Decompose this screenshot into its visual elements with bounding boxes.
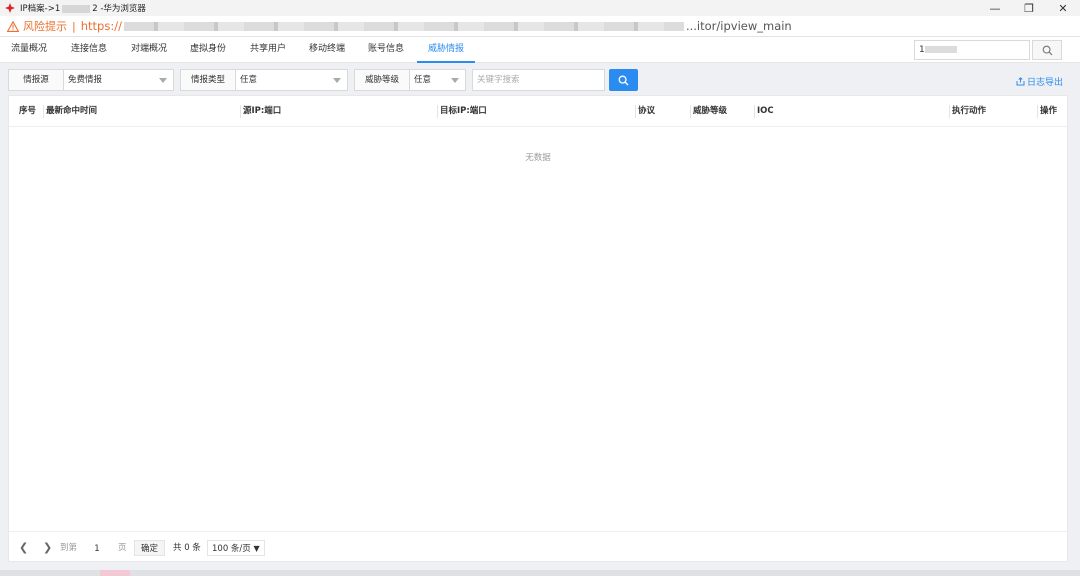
ip-search-button[interactable] (1032, 40, 1062, 60)
window-controls: — ❐ ✕ (978, 0, 1080, 16)
intel-type-value: 任意 (236, 70, 347, 90)
intel-type-select[interactable]: 情报类型 任意 (180, 69, 348, 91)
taskbar-edge (0, 570, 1080, 576)
column-header-protocol: 协议 (634, 96, 655, 127)
intel-source-value: 免费情报 (64, 70, 173, 90)
goto-page-label: 到第 (60, 543, 78, 553)
top-navigation: 流量概况 连接信息 对端概况 虚拟身份 共享用户 移动终端 账号信息 威胁情报 … (0, 37, 1080, 63)
threat-level-label: 威胁等级 (355, 70, 410, 90)
intel-source-selected: 免费情报 (68, 75, 103, 85)
threat-level-select[interactable]: 威胁等级 任意 (354, 69, 466, 91)
tab-virtual-identity[interactable]: 虚拟身份 (183, 37, 233, 63)
tab-shared-users[interactable]: 共享用户 (243, 37, 293, 63)
window-title-prefix: IP档案->1 (20, 4, 61, 14)
column-header-source-ip-port: 源IP:端口 (239, 96, 281, 127)
export-log-link[interactable]: 日志导出 (1016, 75, 1063, 88)
column-header-operations: 操作 (1036, 96, 1057, 127)
url-scheme: https:// (80, 19, 122, 33)
chevron-down-icon: ▼ (253, 544, 260, 553)
column-header-ioc: IOC (754, 96, 774, 127)
window-title-suffix: 2 -华为浏览器 (92, 4, 146, 14)
keyword-search-field (472, 69, 605, 91)
table-header: 序号 最新命中时间 源IP:端口 目标IP:端口 协议 威胁等级 IOC 执行动… (9, 96, 1067, 127)
column-header-last-hit-time: 最新命中时间 (42, 96, 97, 127)
column-header-index: 序号 (19, 106, 37, 116)
threat-level-value: 任意 (410, 70, 465, 90)
tab-traffic-overview[interactable]: 流量概况 (4, 37, 54, 63)
intel-type-selected: 任意 (240, 75, 258, 85)
close-button[interactable]: ✕ (1046, 0, 1080, 16)
window-titlebar: IP档案->1 2 -华为浏览器 — ❐ ✕ (0, 0, 1080, 16)
address-bar: 风险提示 | https:// ...itor/ipview_main (0, 16, 1080, 37)
pagination: ❮ ❯ 到第 1 页 确定 共 0 条 100 条/页 ▼ (9, 531, 1067, 562)
keyword-search-input[interactable] (473, 70, 604, 90)
column-header-threat-level: 威胁等级 (689, 96, 727, 127)
minimize-button[interactable]: — (978, 0, 1012, 16)
total-count: 共 0 条 (173, 543, 201, 553)
warning-icon (7, 20, 19, 32)
page-size-value: 100 条/页 (212, 544, 251, 554)
redacted-text (924, 46, 957, 53)
window-title: IP档案->1 2 -华为浏览器 (20, 2, 146, 14)
column-header-target-ip-port: 目标IP:端口 (437, 96, 487, 127)
intel-source-select[interactable]: 情报源 免费情报 (8, 69, 174, 91)
redacted-url (123, 21, 684, 31)
page-unit-label: 页 (118, 543, 127, 553)
goto-confirm-button[interactable]: 确定 (134, 540, 166, 556)
chevron-down-icon (159, 78, 167, 83)
risk-warning-label[interactable]: 风险提示 (23, 18, 67, 34)
threat-level-selected: 任意 (414, 75, 432, 85)
search-icon (618, 75, 629, 85)
tab-threat-intel[interactable]: 威胁情报 (417, 37, 475, 63)
search-icon (1042, 45, 1052, 55)
intel-source-label: 情报源 (9, 70, 64, 90)
chevron-down-icon (333, 78, 341, 83)
tab-connection-info[interactable]: 连接信息 (64, 37, 114, 63)
export-icon (1016, 77, 1025, 86)
column-header-action-taken: 执行动作 (948, 96, 986, 127)
prev-page-button[interactable]: ❮ (19, 540, 28, 556)
export-log-label: 日志导出 (1027, 78, 1064, 88)
address-separator: | (72, 19, 76, 33)
filter-search-button[interactable] (609, 69, 638, 91)
threat-intel-table-panel: 序号 最新命中时间 源IP:端口 目标IP:端口 协议 威胁等级 IOC 执行动… (8, 95, 1068, 562)
page-number-input[interactable]: 1 (83, 540, 111, 556)
url-tail: ...itor/ipview_main (685, 19, 792, 33)
next-page-button[interactable]: ❯ (43, 540, 52, 556)
tab-account-info[interactable]: 账号信息 (361, 37, 411, 63)
restore-button[interactable]: ❐ (1012, 0, 1046, 16)
redacted-text (62, 4, 91, 13)
tab-peer-overview[interactable]: 对端概况 (124, 37, 174, 63)
filter-bar: 情报源 免费情报 情报类型 任意 威胁等级 任意 关键字搜索 日志导出 (0, 63, 1080, 95)
tab-mobile-terminals[interactable]: 移动终端 (302, 37, 352, 63)
taskbar-app-indicator (100, 570, 130, 576)
page-size-select[interactable]: 100 条/页 ▼ (207, 540, 265, 556)
browser-logo-icon (5, 3, 15, 13)
url-field[interactable]: https:// ...itor/ipview_main (81, 19, 792, 33)
ip-search-input[interactable]: 1 (914, 40, 1030, 60)
empty-state-text: 无数据 (525, 153, 551, 163)
chevron-down-icon (451, 78, 459, 83)
intel-type-label: 情报类型 (181, 70, 236, 90)
